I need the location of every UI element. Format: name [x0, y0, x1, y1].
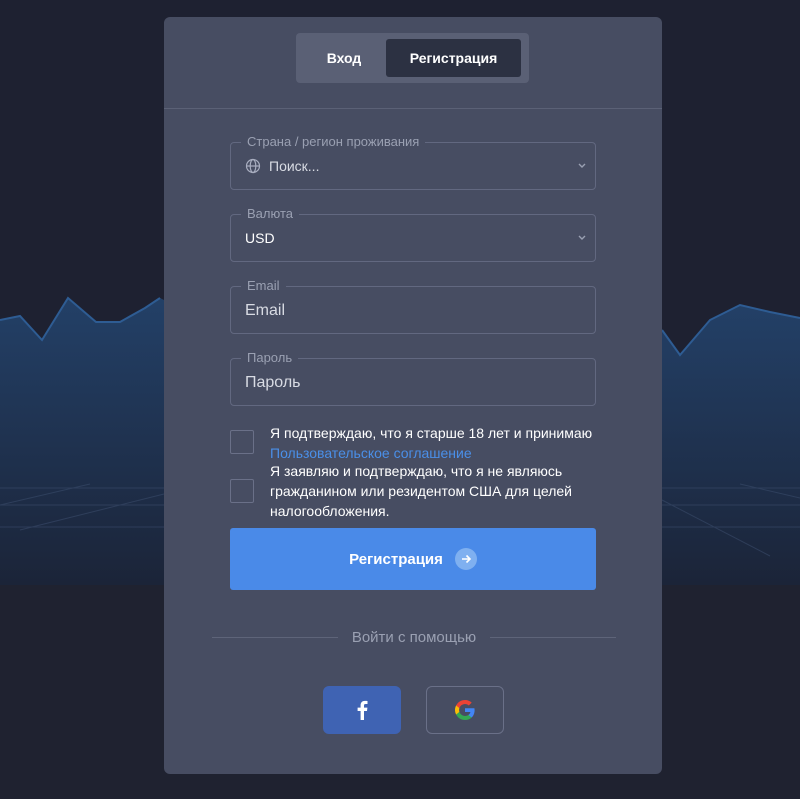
age-consent-label: Я подтверждаю, что я старше 18 лет и при… — [270, 425, 593, 441]
currency-value: USD — [245, 230, 275, 246]
us-declaration-checkbox[interactable] — [230, 479, 254, 503]
divider-line-right — [490, 636, 616, 638]
email-field[interactable]: Email Email — [230, 278, 596, 334]
currency-select[interactable]: Валюта USD — [230, 206, 596, 262]
country-select[interactable]: Страна / регион проживания Поиск... — [230, 134, 596, 190]
age-consent-text: Я подтверждаю, что я старше 18 лет и при… — [270, 423, 610, 463]
country-placeholder: Поиск... — [269, 158, 320, 174]
register-submit-button[interactable]: Регистрация — [230, 528, 596, 590]
password-placeholder: Пароль — [245, 374, 301, 391]
age-consent-checkbox[interactable] — [230, 430, 254, 454]
register-submit-label: Регистрация — [349, 550, 443, 568]
google-login-button[interactable] — [426, 686, 504, 734]
social-divider-text: Войти с помощью — [351, 628, 477, 646]
country-search[interactable]: Поиск... — [245, 143, 319, 189]
social-divider: Войти с помощью — [212, 627, 616, 647]
header-divider — [164, 108, 662, 109]
chevron-down-icon — [578, 235, 586, 240]
password-field[interactable]: Пароль Пароль — [230, 350, 596, 406]
email-placeholder: Email — [245, 302, 286, 319]
facebook-icon — [357, 700, 368, 720]
divider-line-left — [212, 636, 338, 638]
auth-tabs: Вход Регистрация — [296, 33, 529, 83]
tab-login[interactable]: Вход — [302, 39, 386, 77]
chevron-down-icon — [578, 163, 586, 168]
registration-card: Вход Регистрация Страна / регион прожива… — [164, 17, 662, 774]
arrow-right-icon — [454, 548, 477, 570]
globe-icon — [245, 158, 261, 174]
tab-register[interactable]: Регистрация — [386, 39, 521, 77]
us-declaration-text: Я заявляю и подтверждаю, что я не являюс… — [270, 463, 572, 519]
facebook-login-button[interactable] — [323, 686, 401, 734]
user-agreement-link[interactable]: Пользовательское соглашение — [270, 443, 610, 463]
google-icon — [455, 700, 475, 720]
